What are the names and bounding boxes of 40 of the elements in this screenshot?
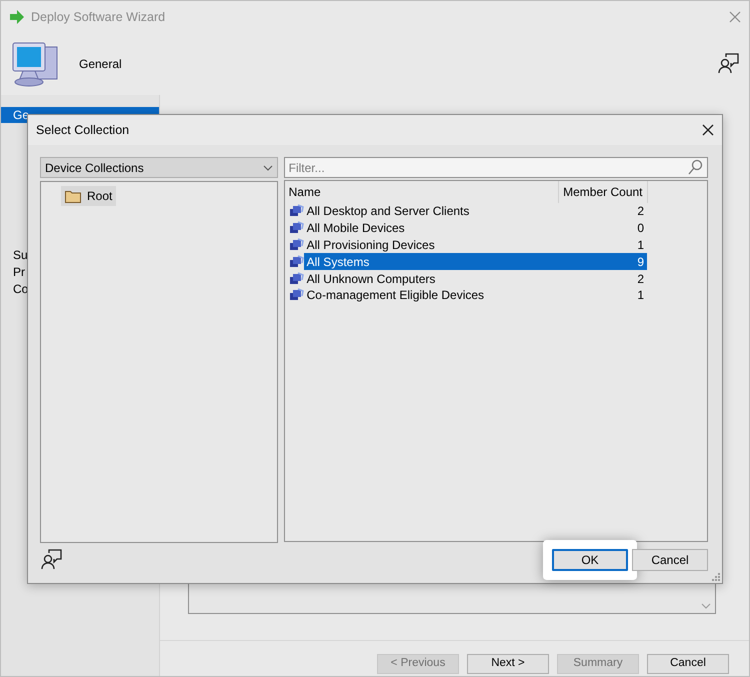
member-count: 1	[636, 287, 646, 304]
column-header[interactable]: Member Count	[558, 181, 648, 203]
collection-name[interactable]: All Unknown Computers	[304, 270, 559, 287]
dropdown-value: Device Collections	[45, 160, 144, 176]
filter-field[interactable]: Filter...	[284, 157, 708, 178]
collection-icon	[288, 272, 304, 286]
member-count: 2	[558, 203, 648, 220]
collection-icon	[288, 288, 304, 302]
member-count: 1	[558, 236, 648, 254]
resize-grip-icon[interactable]	[711, 572, 720, 581]
collection-icon	[288, 221, 304, 236]
member-count: 9	[558, 253, 648, 270]
member-count: 2	[558, 270, 648, 287]
dialog-title: Select Collection	[36, 122, 130, 139]
collection-name[interactable]: All Systems	[304, 253, 559, 270]
collection-type-dropdown[interactable]: Device Collections	[40, 157, 278, 178]
collection-name[interactable]: All Provisioning Devices	[304, 236, 559, 254]
column-header[interactable]: Name	[284, 181, 559, 203]
close-icon[interactable]	[702, 124, 714, 136]
arrow-icon	[9, 10, 25, 24]
collection-name[interactable]: All Desktop and Server Clients	[304, 203, 559, 220]
chevron-down-icon	[262, 164, 273, 170]
collection-icon	[288, 238, 304, 252]
collection-icon	[288, 254, 304, 269]
page-title: General	[79, 56, 122, 73]
window-title: Deploy Software Wizard	[31, 8, 166, 26]
collection-icon	[288, 204, 304, 218]
folder-icon	[65, 190, 81, 202]
collection-name[interactable]: All Mobile Devices	[304, 220, 559, 237]
wizard-button[interactable]: Next >	[467, 654, 549, 674]
search-icon[interactable]	[687, 159, 703, 175]
member-count: 0	[636, 220, 646, 237]
text-area[interactable]	[188, 582, 716, 614]
user-feedback-icon[interactable]	[717, 53, 739, 75]
collection-name[interactable]: Co-management Eligible Devices	[304, 286, 559, 304]
user-feedback-icon[interactable]	[40, 549, 62, 571]
wizard-button[interactable]: Cancel	[647, 654, 729, 674]
tree-node[interactable]: Root	[61, 186, 116, 206]
chevron-down-icon	[701, 603, 711, 609]
dialog-button[interactable]: Cancel	[632, 549, 708, 571]
